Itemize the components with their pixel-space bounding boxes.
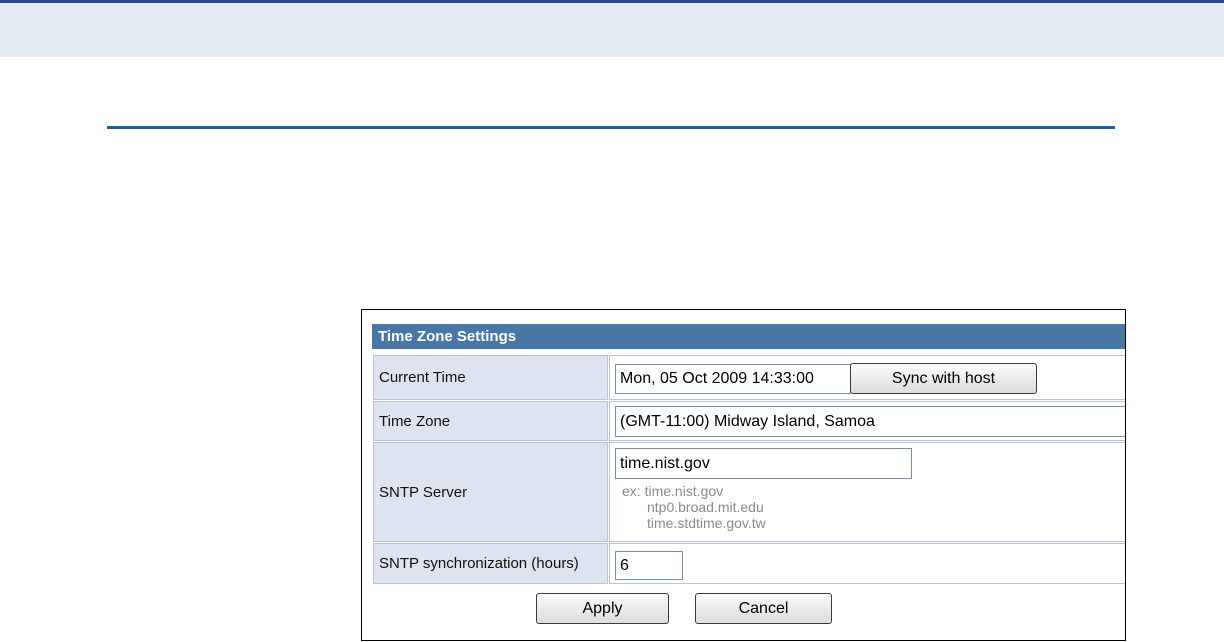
- current-time-field[interactable]: Mon, 05 Oct 2009 14:33:00: [615, 364, 851, 394]
- time-zone-cell: (GMT-11:00) Midway Island, Samoa: [609, 401, 1125, 441]
- sntp-sync-cell: 6: [609, 543, 1125, 584]
- sntp-example-3: time.stdtime.gov.tw: [647, 515, 766, 531]
- time-zone-select[interactable]: (GMT-11:00) Midway Island, Samoa: [615, 406, 1125, 437]
- sntp-sync-hours-input[interactable]: 6: [615, 551, 683, 580]
- time-zone-label: Time Zone: [373, 401, 608, 441]
- current-time-label: Current Time: [373, 355, 608, 400]
- sync-with-host-button[interactable]: Sync with host: [850, 363, 1037, 394]
- sntp-example-2: ntp0.broad.mit.edu: [647, 499, 764, 515]
- section-divider: [107, 126, 1115, 129]
- current-time-cell: Mon, 05 Oct 2009 14:33:00 Sync with host: [609, 355, 1125, 400]
- panel-title: Time Zone Settings: [372, 324, 1125, 349]
- sntp-sync-label: SNTP synchronization (hours): [373, 543, 608, 584]
- time-zone-settings-panel: Time Zone Settings Current Time Mon, 05 …: [361, 309, 1126, 641]
- sntp-example-1: ex: time.nist.gov: [622, 483, 724, 499]
- sntp-server-label: SNTP Server: [373, 442, 608, 542]
- header-band: [0, 3, 1224, 57]
- sntp-server-input[interactable]: time.nist.gov: [615, 448, 912, 479]
- cancel-button[interactable]: Cancel: [695, 593, 832, 624]
- sntp-server-cell: time.nist.gov ex: time.nist.gov ntp0.bro…: [609, 442, 1125, 542]
- apply-button[interactable]: Apply: [536, 593, 669, 624]
